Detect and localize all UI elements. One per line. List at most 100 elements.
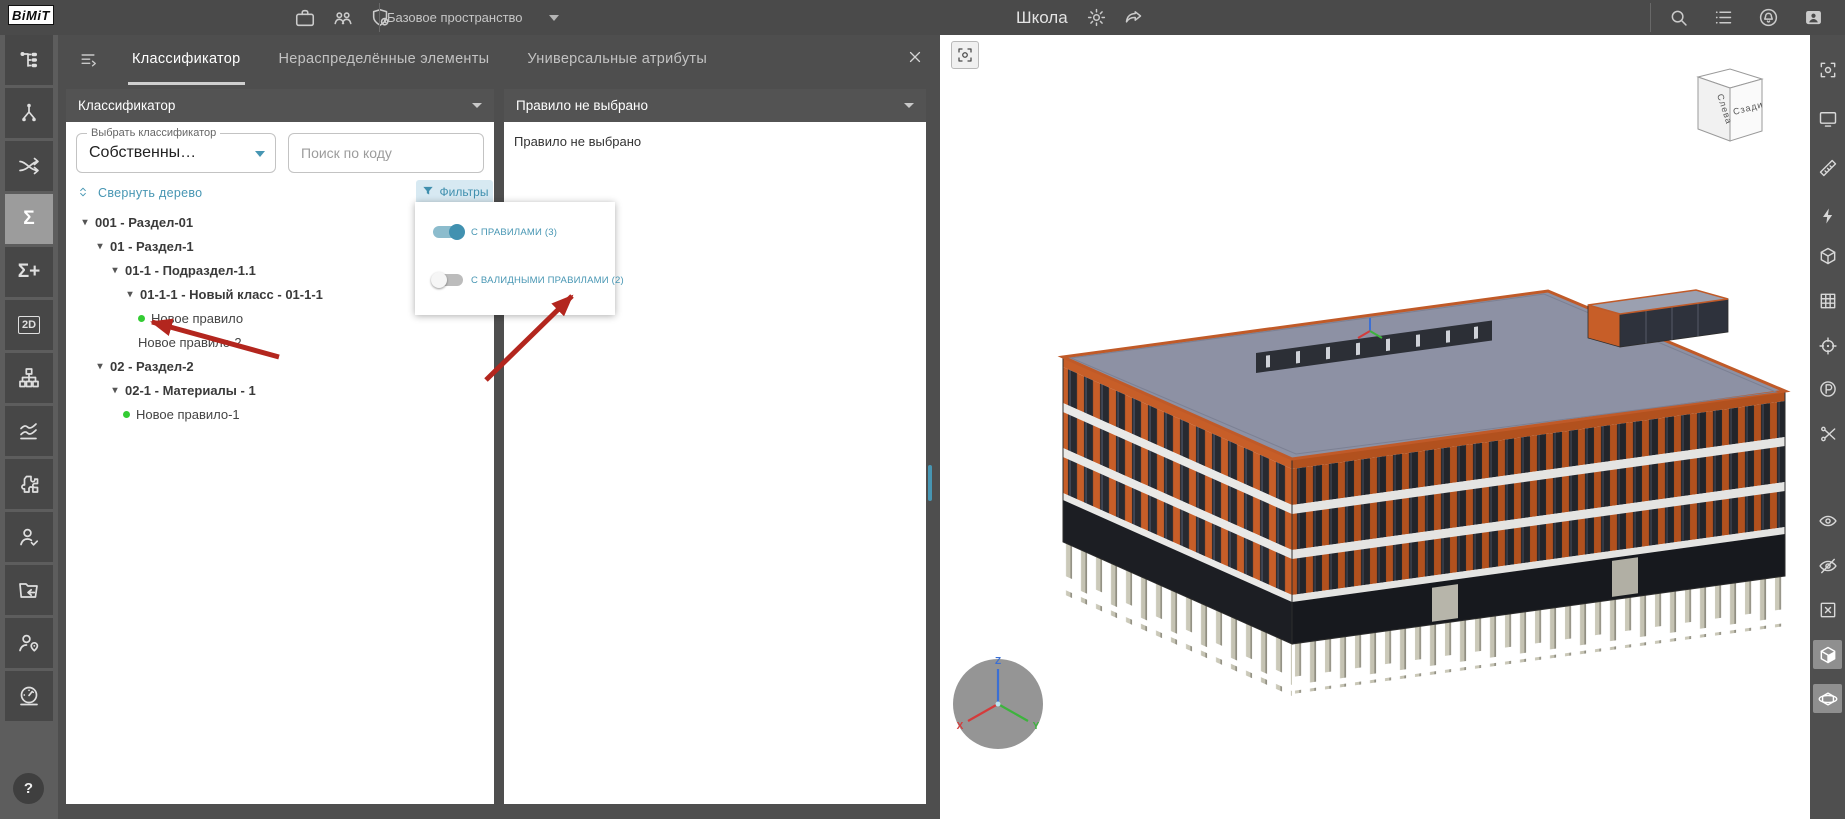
mappings-button[interactable] — [5, 141, 53, 191]
locate-button[interactable] — [1813, 331, 1842, 360]
tree-item[interactable]: Новое правило-1 — [66, 402, 494, 426]
tree-item[interactable]: ▾ 02 - Раздел-2 — [66, 354, 494, 378]
filter-toggle-1[interactable]: С ПРАВИЛАМИ (3) — [433, 224, 557, 240]
tab-2[interactable]: Нераспределённые элементы — [275, 35, 494, 85]
app-logo[interactable]: BiMiT — [8, 5, 54, 25]
tree-caret-icon[interactable]: ▾ — [123, 289, 137, 300]
classifier-header-label: Классификатор — [78, 98, 176, 113]
toggle-knob — [449, 224, 465, 240]
briefcase-icon[interactable] — [294, 7, 316, 29]
toggle-label: С ВАЛИДНЫМИ ПРАВИЛАМИ (2) — [471, 274, 624, 286]
close-icon[interactable] — [906, 48, 924, 71]
section-cut-button[interactable] — [1813, 419, 1842, 448]
code-search-input[interactable] — [288, 133, 484, 173]
tree-item[interactable]: ▾ 02-1 - Материалы - 1 — [66, 378, 494, 402]
tab-1[interactable]: Классификатор — [128, 35, 245, 85]
charts-button[interactable] — [5, 406, 53, 456]
target-icon — [1818, 336, 1838, 356]
team-icon[interactable] — [332, 7, 354, 29]
sigma-plus-icon: Σ+ — [17, 261, 41, 282]
tree-caret-icon[interactable]: ▾ — [108, 265, 122, 276]
search-icon[interactable] — [1668, 7, 1689, 28]
box-x-icon — [1818, 600, 1838, 620]
notifications-bell-icon[interactable] — [1758, 7, 1779, 28]
workspace-selector[interactable]: Базовое пространство — [387, 0, 559, 35]
quick-actions-button[interactable] — [1813, 201, 1842, 230]
model-tree-button[interactable] — [5, 35, 53, 85]
tree-item-label: Новое правило-2 — [138, 334, 242, 350]
panel-collapse-icon[interactable] — [78, 50, 98, 70]
view-cube[interactable]: Слева Сзади — [1696, 68, 1764, 142]
model-view-button[interactable] — [1813, 241, 1842, 270]
tree-caret-icon[interactable]: ▾ — [78, 217, 92, 228]
scene-canvas[interactable]: Слева Сзади Z X Y — [940, 35, 1810, 819]
collapse-tree-label: Свернуть дерево — [98, 186, 203, 200]
panel-resize-handle[interactable] — [928, 465, 932, 501]
shared-folders-button[interactable] — [5, 565, 53, 615]
isolate-button[interactable] — [1813, 595, 1842, 624]
classifier-select-value: Собственны… — [89, 144, 197, 161]
toggle-switch[interactable] — [433, 224, 465, 240]
ruler-icon — [1818, 158, 1838, 178]
classifier-add-sigma-button[interactable]: Σ+ — [5, 247, 53, 297]
classifier-card: Классификатор Выбрать классификатор Собс… — [66, 89, 494, 804]
list-menu-icon[interactable] — [1713, 7, 1734, 28]
account-icon[interactable] — [1803, 7, 1824, 28]
sigma-icon: Σ — [23, 208, 35, 229]
collapse-tree-link[interactable]: Свернуть дерево — [76, 182, 202, 204]
topbar-left-icons — [294, 0, 392, 35]
plans-button[interactable] — [1813, 374, 1842, 403]
grid-view-button[interactable] — [1813, 286, 1842, 315]
axis-z-label: Z — [995, 656, 1001, 667]
fit-view-button[interactable] — [1813, 55, 1842, 84]
user-locations-button[interactable] — [5, 618, 53, 668]
topbar-separator-right — [1650, 3, 1651, 32]
classifier-select-label: Выбрать классификатор — [87, 127, 221, 139]
tree-caret-icon[interactable]: ▾ — [93, 241, 107, 252]
filter-toggle-2[interactable]: С ВАЛИДНЫМИ ПРАВИЛАМИ (2) — [431, 272, 624, 288]
screen-share-button[interactable] — [1813, 104, 1842, 133]
share-icon[interactable] — [1123, 7, 1144, 28]
rule-card-header[interactable]: Правило не выбрано — [504, 89, 926, 122]
orbit-mode-button[interactable] — [1813, 684, 1842, 713]
classifier-select[interactable]: Выбрать классификатор Собственны… — [76, 127, 276, 173]
chevron-down-icon — [255, 151, 265, 157]
classifier-sigma-button[interactable]: Σ — [5, 194, 53, 244]
branch-icon — [17, 101, 41, 125]
toggle-switch[interactable] — [431, 272, 463, 288]
gauge-icon — [17, 684, 41, 708]
classifier-card-header[interactable]: Классификатор — [66, 89, 494, 122]
shuffle-icon — [17, 154, 41, 178]
settings-gear-icon[interactable] — [1086, 7, 1107, 28]
filters-button-label: Фильтры — [439, 185, 489, 199]
measure-button[interactable] — [1813, 153, 1842, 182]
drawings-2d-button[interactable]: 2D — [5, 300, 53, 350]
structure-button[interactable] — [5, 353, 53, 403]
user-pin-icon — [17, 631, 41, 655]
left-toolbar: ? Σ Σ+ 2D — [0, 35, 58, 819]
filters-button[interactable]: Фильтры — [416, 180, 493, 204]
user-tasks-button[interactable] — [5, 512, 53, 562]
folder-share-icon — [17, 578, 41, 602]
axis-gizmo[interactable]: Z X Y — [953, 656, 1043, 749]
cube-icon — [1818, 246, 1838, 266]
relations-button[interactable] — [5, 88, 53, 138]
dashboard-button[interactable] — [5, 671, 53, 721]
viewport-3d[interactable]: Слева Сзади Z X Y — [940, 35, 1810, 819]
doc-2d-icon: 2D — [17, 316, 41, 334]
tab-3[interactable]: Универсальные атрибуты — [523, 35, 711, 85]
tree-item-label: 02-1 - Материалы - 1 — [125, 382, 256, 398]
tree-caret-icon[interactable]: ▾ — [93, 361, 107, 372]
hide-elements-button[interactable] — [1813, 551, 1842, 580]
tree-item-label: 01 - Раздел-1 — [110, 238, 194, 254]
toggle-knob — [431, 272, 447, 288]
help-button[interactable]: ? — [13, 773, 44, 804]
show-elements-button[interactable] — [1813, 506, 1842, 535]
building-3d-model[interactable] — [1057, 289, 1791, 696]
shaded-mode-button[interactable] — [1813, 640, 1842, 669]
user-check-icon — [17, 525, 41, 549]
tree-caret-icon[interactable]: ▾ — [108, 385, 122, 396]
fit-view-button[interactable] — [951, 41, 979, 69]
tree-item[interactable]: Новое правило-2 — [66, 330, 494, 354]
plugins-button[interactable] — [5, 459, 53, 509]
